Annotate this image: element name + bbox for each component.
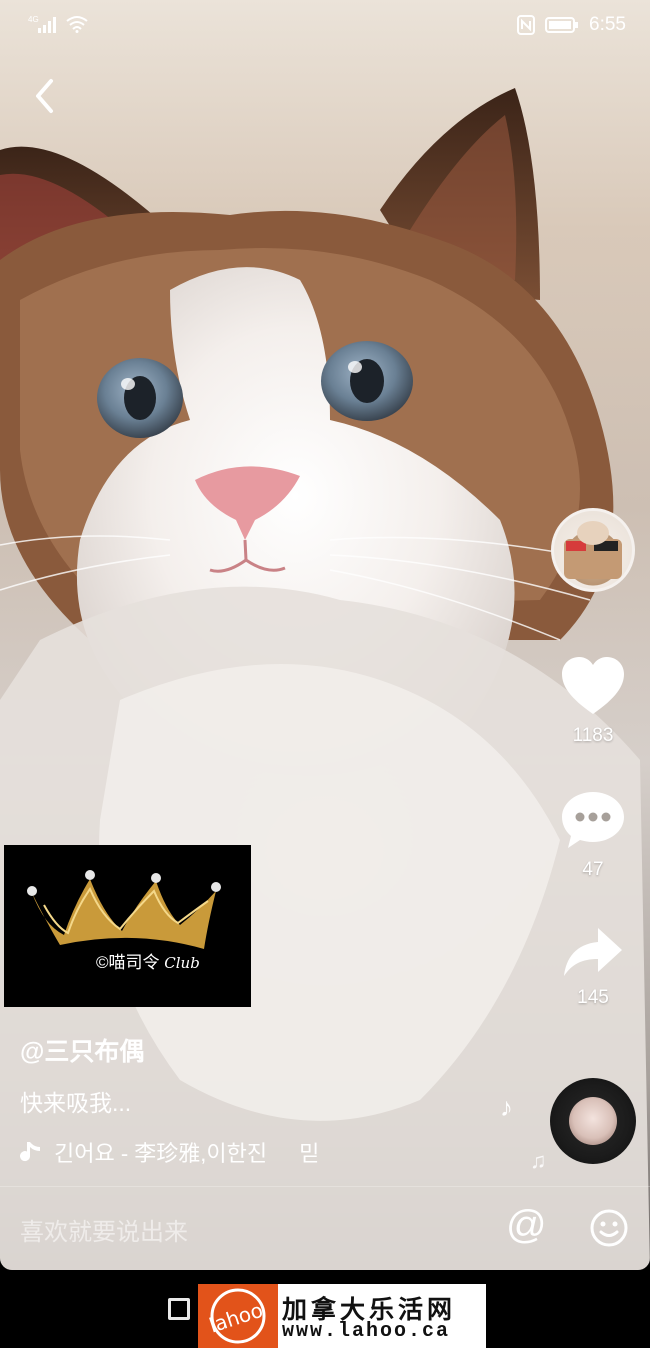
status-left: 4G bbox=[28, 14, 88, 34]
heart-icon bbox=[562, 657, 624, 714]
back-arrow-icon bbox=[36, 79, 53, 113]
emoji-icon bbox=[590, 1209, 628, 1247]
like-count: 1183 bbox=[572, 725, 614, 746]
floating-note-icon: ♪ bbox=[500, 1092, 513, 1122]
video-description: 快来吸我... bbox=[20, 1090, 132, 1116]
video-screen[interactable]: 4G 6:55 1183 47 145 ©喵司令 Club @三只布偶 快来吸我… bbox=[0, 0, 650, 1270]
club-logo-name: ©喵司令 bbox=[96, 953, 160, 972]
lahoo-url: www.lahoo.ca bbox=[282, 1320, 451, 1343]
club-logo-card: ©喵司令 Club bbox=[4, 845, 251, 1007]
lahoo-watermark: lahoo 加拿大乐活网 www.lahoo.ca bbox=[198, 1284, 486, 1348]
music-note-icon bbox=[20, 1142, 40, 1162]
svg-text:4G: 4G bbox=[28, 15, 39, 24]
club-logo-suffix: Club bbox=[164, 954, 200, 972]
avatar-image bbox=[564, 521, 622, 579]
wifi-icon bbox=[66, 16, 88, 33]
music-disc-art bbox=[569, 1097, 617, 1145]
lahoo-logo: lahoo bbox=[198, 1284, 278, 1348]
status-right: 6:55 bbox=[517, 14, 626, 36]
battery-icon bbox=[545, 17, 579, 33]
recent-apps-icon[interactable] bbox=[168, 1298, 190, 1320]
music-title: 긴어요 - 李珍雅,이한진 bbox=[54, 1141, 268, 1166]
lahoo-logo-mark: lahoo bbox=[206, 1288, 266, 1344]
nfc-icon bbox=[517, 15, 536, 35]
music-info[interactable]: 긴어요 - 李珍雅,이한진 믿 bbox=[20, 1136, 319, 1168]
signal-icon: 4G bbox=[28, 15, 56, 33]
share-count: 145 bbox=[577, 987, 609, 1008]
crown-icon bbox=[27, 870, 221, 949]
back-button[interactable] bbox=[22, 74, 66, 118]
comment-divider bbox=[0, 1186, 650, 1187]
status-bar: 4G 6:55 bbox=[0, 0, 650, 50]
comment-bubble-icon bbox=[562, 792, 624, 848]
comment-count: 47 bbox=[582, 859, 604, 880]
floating-note-icon-2: ♫ bbox=[530, 1148, 547, 1173]
author-username[interactable]: @三只布偶 bbox=[20, 1032, 144, 1068]
club-logo-text: ©喵司令 Club bbox=[96, 948, 200, 973]
share-button[interactable]: 145 bbox=[548, 926, 638, 1009]
emoji-button[interactable] bbox=[589, 1208, 629, 1253]
music-title-scroll: 믿 bbox=[299, 1141, 320, 1166]
music-disc-button[interactable] bbox=[550, 1078, 636, 1164]
mention-button[interactable]: @ bbox=[506, 1205, 547, 1245]
cat-video-frame bbox=[0, 88, 650, 1270]
share-arrow-icon bbox=[564, 928, 622, 976]
clock-time: 6:55 bbox=[589, 14, 626, 35]
author-avatar[interactable] bbox=[551, 508, 635, 592]
comment-button[interactable]: 47 bbox=[548, 790, 638, 881]
like-button[interactable]: 1183 bbox=[548, 656, 638, 747]
comment-input[interactable]: 喜欢就要说出来 bbox=[20, 1212, 188, 1247]
